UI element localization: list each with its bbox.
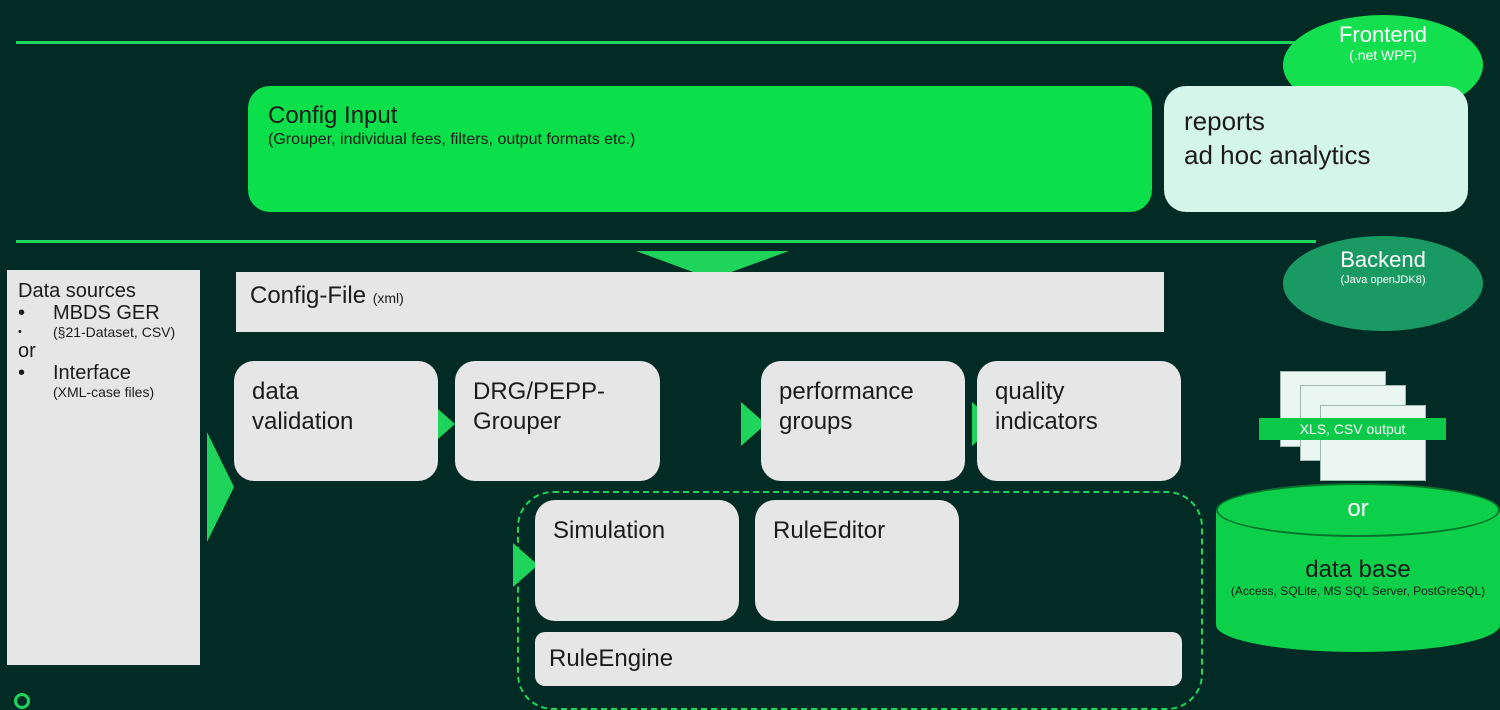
rule-engine-label: RuleEngine xyxy=(549,645,674,672)
database-or-label: or xyxy=(1347,495,1369,522)
quality-indicators-line2: indicators xyxy=(995,408,1098,435)
bullet-icon: • xyxy=(18,362,26,384)
grouper-line1: DRG/PEPP- xyxy=(473,378,606,405)
rule-editor-label: RuleEditor xyxy=(773,517,886,544)
performance-groups-line2: groups xyxy=(779,408,853,435)
grouper-line2: Grouper xyxy=(473,408,562,435)
quality-indicators-box: quality indicators xyxy=(977,361,1181,481)
bullet-icon: • xyxy=(18,302,26,324)
interface-label: Interface xyxy=(53,362,131,384)
database-label: data base (Access, SQLite, MS SQL Server… xyxy=(1216,556,1500,598)
mbds-ger-label: MBDS GER xyxy=(53,302,160,324)
database-note: (Access, SQLite, MS SQL Server, PostGreS… xyxy=(1230,584,1486,598)
simulation-box: Simulation xyxy=(535,500,739,621)
grouper-box: DRG/PEPP- Grouper xyxy=(455,361,660,481)
data-sources-title: Data sources xyxy=(18,280,136,302)
rule-engine-box: RuleEngine xyxy=(535,632,1182,686)
document-icon xyxy=(1320,405,1426,481)
xls-csv-output-label: XLS, CSV output xyxy=(1259,418,1446,440)
config-file-title: Config-File xyxy=(250,282,367,309)
data-validation-line2: validation xyxy=(252,408,354,435)
rule-editor-box: RuleEditor xyxy=(755,500,959,621)
performance-groups-line1: performance xyxy=(779,378,914,405)
config-file-bar: Config-File (xml) xyxy=(236,272,1164,332)
list-item: • Interface (XML-case files) xyxy=(18,362,189,401)
data-sources-or: or xyxy=(18,340,36,362)
performance-groups-box: performance groups xyxy=(761,361,965,481)
list-item: • MBDS GER xyxy=(18,302,189,324)
mbds-ger-note: (§21-Dataset, CSV) xyxy=(53,324,176,340)
list-item: • (§21-Dataset, CSV) xyxy=(18,324,189,340)
database-title: data base xyxy=(1305,556,1411,583)
datasource-arrow xyxy=(207,432,234,542)
data-validation-box: data validation xyxy=(234,361,438,481)
config-file-suffix: (xml) xyxy=(372,290,404,306)
bullet-icon: • xyxy=(18,326,22,338)
data-sources-list: • MBDS GER • (§21-Dataset, CSV) xyxy=(18,302,189,340)
interface-note: (XML-case files) xyxy=(53,384,155,400)
simulation-label: Simulation xyxy=(553,517,666,544)
data-sources-panel: Data sources • MBDS GER • (§21-Dataset, … xyxy=(7,270,200,665)
data-sources-list-2: • Interface (XML-case files) xyxy=(18,362,189,401)
data-validation-line1: data xyxy=(252,378,299,405)
quality-indicators-line1: quality xyxy=(995,378,1065,405)
